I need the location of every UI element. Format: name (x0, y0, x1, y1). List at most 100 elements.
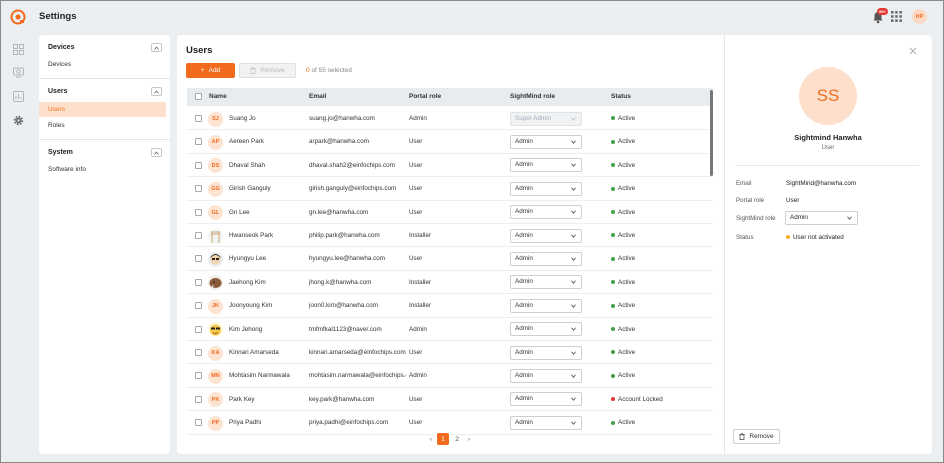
prev-page-button[interactable]: ‹ (425, 433, 437, 445)
row-checkbox[interactable] (195, 161, 202, 169)
row-checkbox[interactable] (195, 232, 202, 239)
sidebar-item-roles[interactable]: Roles (39, 118, 166, 133)
chevron-down-icon (571, 351, 576, 355)
sidebar-item-devices[interactable]: Devices (39, 57, 166, 72)
sightmind-role-select[interactable]: Admin (510, 228, 582, 243)
chevron-down-icon (571, 304, 576, 308)
devices-icon[interactable] (13, 67, 24, 78)
sightmind-role-select[interactable]: Admin (510, 392, 582, 407)
user-email: girish.ganguly@einfochips.com (309, 185, 397, 193)
row-checkbox[interactable] (195, 255, 202, 263)
table-row[interactable]: JK Joonyoung Kim joon0.kim@hanwha.com Insta… (187, 294, 713, 318)
collapse-users-button[interactable] (151, 87, 162, 96)
status-text: Active (618, 138, 636, 146)
analytics-icon[interactable] (13, 91, 24, 102)
table-row[interactable]: GL Gn Lee gn.lee@hanwha.com User Admin Active (187, 201, 713, 224)
col-header-portal-role[interactable]: Portal role (409, 93, 441, 100)
sightmind-role-select[interactable]: Admin (510, 322, 582, 337)
row-checkbox[interactable] (195, 208, 202, 216)
apps-grid-icon[interactable] (891, 11, 902, 22)
next-page-button[interactable]: › (463, 433, 475, 445)
detail-status: User not activated (786, 234, 844, 241)
user-email: priya.padhi@einfochips.com (309, 419, 389, 427)
dashboard-icon[interactable] (13, 44, 24, 55)
sightmind-role-select[interactable]: Admin (510, 205, 582, 220)
selection-count: 0 of 55 selected (306, 67, 352, 74)
row-checkbox[interactable] (195, 278, 202, 286)
user-avatar: KA (208, 345, 223, 361)
select-all-checkbox[interactable] (195, 93, 202, 100)
table-row[interactable]: PK Park Key key.park@hanwha.com User Admin Ac… (187, 388, 713, 412)
table-row[interactable]: Hwanseok Park philip.park@hanwha.com Insta… (187, 224, 713, 248)
table-scrollbar[interactable] (710, 90, 713, 176)
chevron-down-icon (571, 210, 576, 214)
table-row[interactable]: GG Girish Ganguly girish.ganguly@einfochip… (187, 177, 713, 201)
user-avatar[interactable]: HP (912, 9, 927, 24)
sightmind-role-value: Admin (515, 137, 533, 145)
chevron-down-icon (847, 216, 852, 220)
status-text: Active (618, 419, 636, 427)
sidebar-item-users[interactable]: Users (39, 102, 166, 117)
user-name: Hyungyu Lee (229, 255, 267, 263)
sightmind-role-select[interactable]: Admin (510, 368, 582, 383)
settings-gear-icon[interactable] (13, 115, 24, 126)
close-icon[interactable] (909, 47, 917, 55)
user-name: Gn Lee (229, 208, 250, 216)
table-row[interactable]: DS Dhaval Shah dhaval.shah2@einfochips.com… (187, 154, 713, 178)
sightmind-role-select[interactable]: Admin (510, 181, 582, 196)
col-header-status[interactable]: Status (611, 93, 631, 100)
sidebar-item-software-info[interactable]: Software info (39, 162, 166, 177)
page-1-button[interactable]: 1 (437, 433, 449, 445)
user-portal-role: User (409, 185, 423, 193)
user-portal-role: Installer (409, 278, 432, 286)
sightmind-role-select[interactable]: Admin (510, 134, 582, 149)
row-checkbox[interactable] (195, 419, 202, 427)
row-checkbox[interactable] (195, 349, 202, 356)
user-email: dhaval.shah2@einfochips.com (309, 161, 395, 169)
sightmind-role-select[interactable]: Admin (510, 275, 582, 290)
nav-section-devices-title: Devices (48, 44, 75, 51)
collapse-devices-button[interactable] (151, 43, 162, 52)
user-email: kinnari.amarseda@einfochips.com (309, 349, 406, 356)
status-badge: Active (611, 349, 635, 356)
table-row[interactable]: Jaehong Kim jhong.k@hanwha.com Installer Ad… (187, 271, 713, 295)
row-checkbox[interactable] (195, 372, 202, 380)
row-checkbox[interactable] (195, 395, 202, 403)
collapse-system-button[interactable] (151, 148, 162, 157)
table-row[interactable]: PP Priya Padhi priya.padhi@einfochips.com U… (187, 411, 713, 435)
sightmind-role-select[interactable]: Admin (510, 345, 582, 360)
remove-users-button[interactable]: Remove (239, 63, 296, 78)
detail-sightmind-role-value: Admin (790, 214, 808, 221)
chevron-up-icon (154, 150, 159, 155)
page-2-button[interactable]: 2 (451, 433, 463, 445)
sightmind-role-select[interactable]: Admin (510, 415, 582, 430)
row-checkbox[interactable] (195, 138, 202, 146)
row-checkbox[interactable] (195, 302, 202, 310)
sightmind-role-value: Admin (515, 254, 533, 262)
col-header-sightmind-role[interactable]: SightMind role (510, 93, 555, 100)
col-header-email[interactable]: Email (309, 93, 326, 100)
remove-user-button[interactable]: Remove (733, 429, 780, 444)
sightmind-role-select[interactable]: Admin (510, 251, 582, 266)
col-header-name[interactable]: Name (209, 93, 227, 100)
user-name: Dhaval Shah (229, 161, 266, 169)
table-row[interactable]: MN Mohtasim Narmawala mohtasim.narmawala@e… (187, 364, 713, 388)
table-row[interactable]: AP Aereen Park arpark@hanwha.com User Admin A… (187, 130, 713, 154)
status-text: Active (618, 208, 636, 216)
table-row[interactable]: SJ Suang Jo suang.jo@hanwha.com Admin Super … (187, 107, 713, 131)
divider (39, 78, 170, 79)
table-row[interactable]: Hyungyu Lee hyungyu.lee@hanwha.com User Adm… (187, 247, 713, 271)
sightmind-role-select[interactable]: Admin (510, 158, 582, 173)
row-checkbox[interactable] (195, 185, 202, 193)
user-portal-role: User (409, 161, 423, 169)
table-row[interactable]: Kim Jehong tmfmfkal1123@naver.com Admin Adm… (187, 318, 713, 341)
detail-sightmind-role-select[interactable]: Admin (785, 211, 858, 225)
table-row[interactable]: KA Kinnari Amarseda kinnari.amarseda@einfo… (187, 341, 713, 365)
row-checkbox[interactable] (195, 325, 202, 333)
users-panel: Users + Add Remove 0 of 55 selected Name… (177, 35, 724, 454)
sightmind-role-select[interactable]: Admin (510, 298, 582, 313)
row-checkbox[interactable] (195, 115, 202, 122)
sightmind-role-value: Admin (515, 418, 533, 426)
app-logo-icon[interactable] (10, 9, 26, 25)
add-user-button[interactable]: + Add (186, 63, 235, 78)
